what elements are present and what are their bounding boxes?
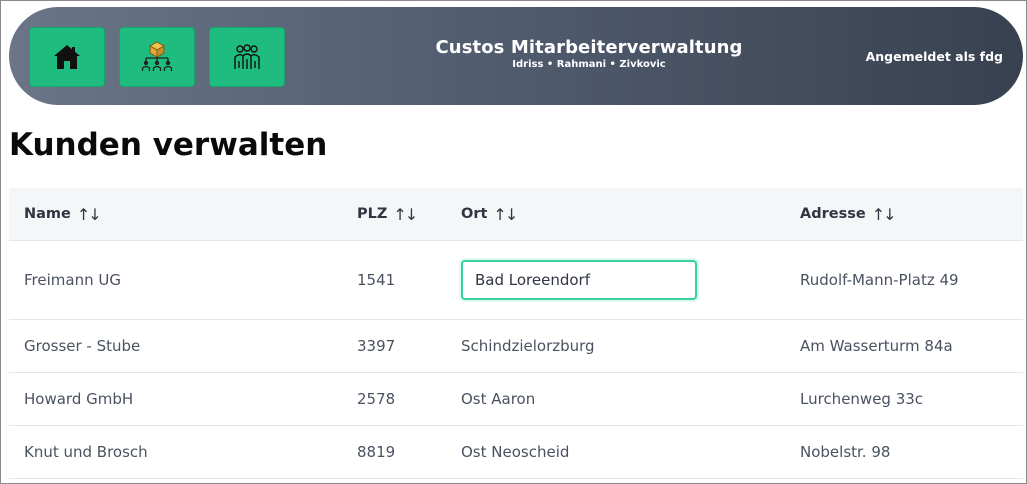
table-row[interactable]: Grosser - Stube 3397 Schindzielorzburg A…: [9, 320, 1023, 373]
home-button[interactable]: [29, 27, 105, 87]
customers-network-icon: [141, 41, 173, 71]
column-header-name[interactable]: Name ↑↓: [24, 188, 102, 240]
sort-icon[interactable]: ↑↓: [77, 205, 102, 224]
sort-icon[interactable]: ↑↓: [493, 205, 518, 224]
cell-ort[interactable]: Ost Neoscheid: [461, 426, 569, 478]
column-label: PLZ: [357, 206, 388, 222]
column-header-plz[interactable]: PLZ ↑↓: [357, 188, 418, 240]
cell-name[interactable]: Knut und Brosch: [24, 426, 148, 478]
cell-ort-editing[interactable]: [461, 241, 697, 319]
cell-plz[interactable]: 8819: [357, 426, 395, 478]
customers-table: Name ↑↓ PLZ ↑↓ Ort ↑↓ Adresse ↑↓ Freiman…: [9, 188, 1023, 479]
cell-name[interactable]: Grosser - Stube: [24, 320, 140, 372]
cell-adresse[interactable]: Nobelstr. 98: [800, 426, 890, 478]
table-row[interactable]: Freimann UG 1541 Rudolf-Mann-Platz 49: [9, 241, 1023, 320]
top-navigation-bar: Custos Mitarbeiterverwaltung Idriss • Ra…: [9, 7, 1023, 105]
sort-icon[interactable]: ↑↓: [872, 205, 897, 224]
sort-icon[interactable]: ↑↓: [393, 205, 418, 224]
cell-ort[interactable]: Ost Aaron: [461, 373, 535, 425]
cell-adresse[interactable]: Rudolf-Mann-Platz 49: [800, 241, 959, 319]
table-row[interactable]: Knut und Brosch 8819 Ost Neoscheid Nobel…: [9, 426, 1023, 479]
cell-name[interactable]: Howard GmbH: [24, 373, 133, 425]
app-branding: Custos Mitarbeiterverwaltung Idriss • Ra…: [349, 37, 829, 71]
employees-button[interactable]: [209, 27, 285, 87]
home-icon: [54, 45, 80, 69]
column-label: Ort: [461, 206, 488, 222]
page-title: Kunden verwalten: [9, 127, 328, 163]
cell-plz[interactable]: 1541: [357, 241, 395, 319]
column-label: Name: [24, 206, 71, 222]
table-header: Name ↑↓ PLZ ↑↓ Ort ↑↓ Adresse ↑↓: [9, 188, 1023, 241]
login-status: Angemeldet als fdg: [865, 49, 1003, 64]
cell-plz[interactable]: 2578: [357, 373, 395, 425]
app-authors: Idriss • Rahmani • Zivkovic: [512, 59, 666, 70]
ort-edit-input[interactable]: [461, 260, 697, 300]
employees-group-icon: [234, 44, 260, 69]
table-row[interactable]: Howard GmbH 2578 Ost Aaron Lurchenweg 33…: [9, 373, 1023, 426]
column-header-adresse[interactable]: Adresse ↑↓: [800, 188, 897, 240]
cell-adresse[interactable]: Am Wasserturm 84a: [800, 320, 953, 372]
column-header-ort[interactable]: Ort ↑↓: [461, 188, 518, 240]
cell-plz[interactable]: 3397: [357, 320, 395, 372]
column-label: Adresse: [800, 206, 866, 222]
cell-ort[interactable]: Schindzielorzburg: [461, 320, 595, 372]
cell-adresse[interactable]: Lurchenweg 33c: [800, 373, 923, 425]
app-title: Custos Mitarbeiterverwaltung: [435, 37, 743, 58]
customers-button[interactable]: [119, 27, 195, 87]
cell-name[interactable]: Freimann UG: [24, 241, 121, 319]
